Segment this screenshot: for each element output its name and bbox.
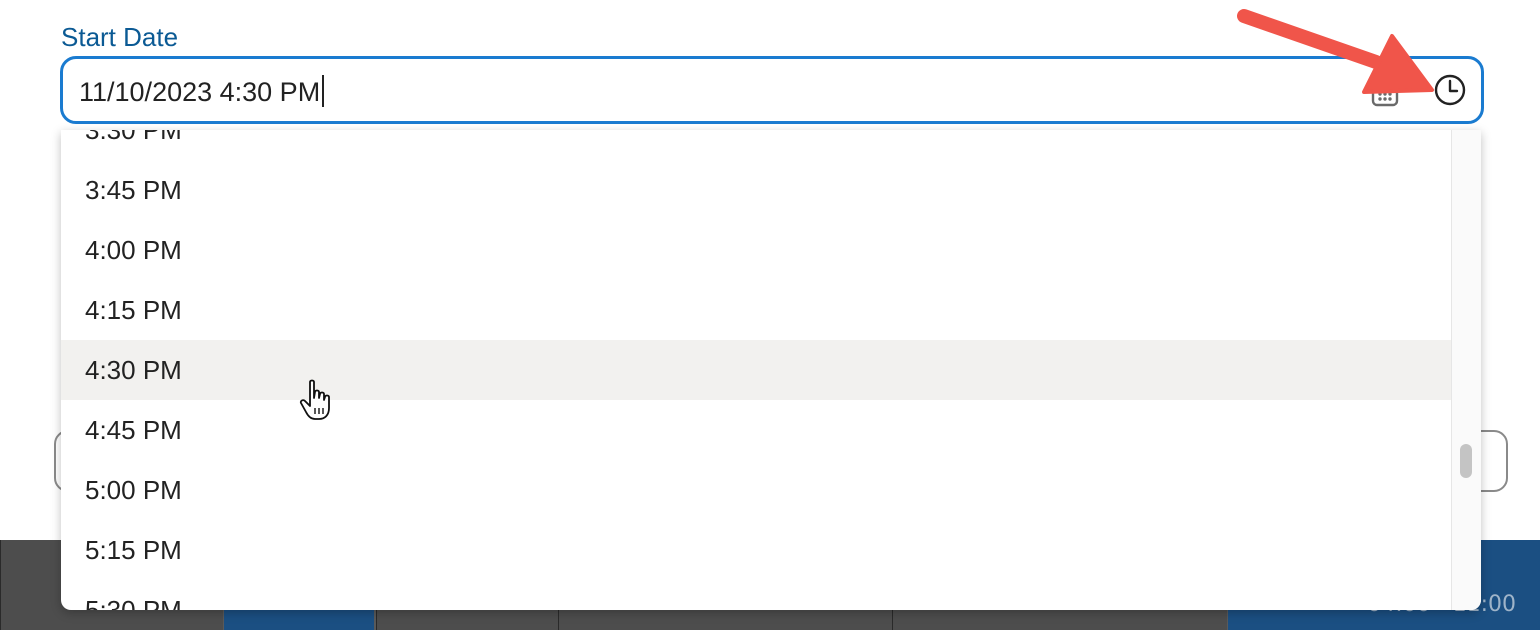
scrollbar-thumb[interactable]: [1460, 444, 1472, 478]
text-caret: [322, 75, 325, 107]
clock-icon[interactable]: [1433, 73, 1467, 107]
start-date-value: 11/10/2023 4:30 PM: [79, 77, 321, 107]
hand-pointer-icon: [299, 379, 330, 420]
time-option[interactable]: 4:00 PM: [61, 220, 1452, 280]
time-option-hovered[interactable]: 4:30 PM: [61, 340, 1452, 400]
dropdown-scrollbar[interactable]: [1451, 130, 1481, 610]
time-option[interactable]: 4:15 PM: [61, 280, 1452, 340]
time-option-list: 3:30 PM 3:45 PM 4:00 PM 4:15 PM 4:30 PM …: [61, 130, 1452, 610]
time-dropdown[interactable]: 3:30 PM 3:45 PM 4:00 PM 4:15 PM 4:30 PM …: [61, 130, 1481, 610]
time-option[interactable]: 3:30 PM: [61, 130, 1452, 160]
time-option[interactable]: 4:45 PM: [61, 400, 1452, 460]
time-option[interactable]: 5:15 PM: [61, 520, 1452, 580]
time-option[interactable]: 3:45 PM: [61, 160, 1452, 220]
time-option[interactable]: 5:00 PM: [61, 460, 1452, 520]
calendar-icon[interactable]: [1369, 77, 1401, 109]
start-date-label: Start Date: [61, 22, 179, 52]
time-option[interactable]: 5:30 PM: [61, 580, 1452, 610]
start-date-input[interactable]: 11/10/2023 4:30 PM: [60, 56, 1484, 124]
